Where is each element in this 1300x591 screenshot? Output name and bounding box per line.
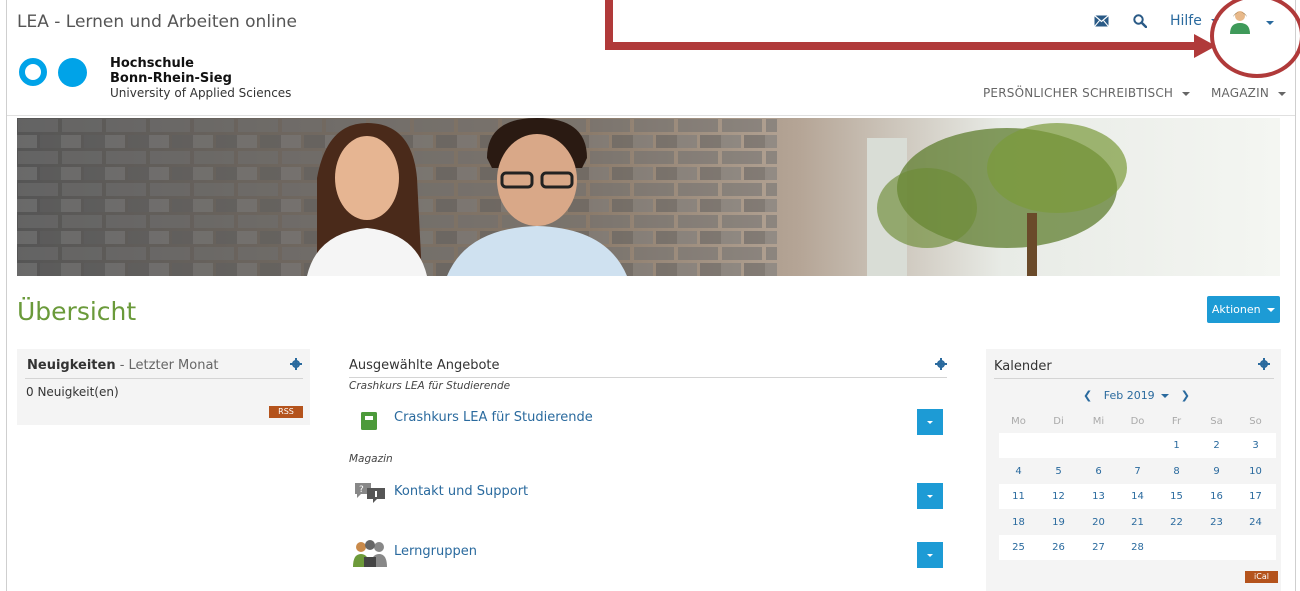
university-logo-text[interactable]: Hochschule Bonn-Rhein-Sieg University of…	[110, 56, 291, 101]
actions-button[interactable]: Aktionen	[1207, 296, 1280, 323]
calendar-weekday-row: Mo Di Mi Do Fr Sa So	[999, 409, 1276, 434]
calendar-day[interactable]: 20	[1079, 510, 1118, 535]
course-icon	[361, 412, 377, 430]
calendar-day[interactable]: 19	[1039, 510, 1078, 535]
help-label: Hilfe	[1170, 13, 1202, 29]
calendar-day[interactable]: 10	[1236, 459, 1275, 484]
calendar-week-row: 11 12 13 14 15 16 17	[999, 484, 1276, 509]
rss-button[interactable]: RSS	[269, 406, 303, 418]
featured-divider	[349, 377, 947, 378]
page-title: Übersicht	[17, 297, 137, 326]
featured-item-crashkurs[interactable]: Crashkurs LEA für Studierende	[394, 410, 593, 425]
annotation-arrow-shaft	[605, 42, 1195, 50]
calendar-day[interactable]: 17	[1236, 484, 1275, 509]
calendar-day[interactable]: 16	[1197, 484, 1236, 509]
calendar-day[interactable]: 13	[1079, 484, 1118, 509]
featured-item-support[interactable]: Kontakt und Support	[394, 484, 528, 499]
calendar-day[interactable]: 23	[1197, 510, 1236, 535]
weekday-label: Mo	[1011, 416, 1026, 427]
calendar-divider	[994, 378, 1274, 379]
logo-dot	[58, 58, 87, 87]
calendar-day[interactable]: 28	[1118, 535, 1157, 560]
item-actions-dropdown[interactable]	[917, 483, 943, 509]
calendar-week-row: 123	[999, 433, 1276, 458]
svg-text:?: ?	[359, 485, 364, 495]
calendar-day[interactable]: 14	[1118, 484, 1157, 509]
chevron-down-icon	[1278, 91, 1287, 96]
header-banner-image	[17, 118, 1280, 276]
calendar-day[interactable]: 3	[1236, 433, 1275, 458]
featured-title: Ausgewählte Angebote	[349, 358, 500, 373]
calendar-week-row: 25 26 27 28	[999, 535, 1276, 560]
brand-header: Hochschule Bonn-Rhein-Sieg University of…	[7, 46, 1295, 116]
group-icon	[353, 540, 387, 567]
calendar-day[interactable]: 15	[1157, 484, 1196, 509]
item-actions-dropdown[interactable]	[917, 542, 943, 568]
weekday-label: Sa	[1210, 416, 1223, 427]
nav-personal-desktop[interactable]: PERSÖNLICHER SCHREIBTISCH	[983, 86, 1191, 100]
calendar-day[interactable]: 25	[999, 535, 1038, 560]
calendar-day[interactable]: 18	[999, 510, 1038, 535]
weekday-label: Di	[1053, 416, 1064, 427]
chevron-down-icon	[1267, 308, 1276, 312]
logo-line-2: Bonn-Rhein-Sieg	[110, 71, 232, 86]
annotation-arrow-stem	[605, 0, 613, 42]
calendar-day[interactable]: 26	[1039, 535, 1078, 560]
calendar-day[interactable]: 8	[1157, 459, 1196, 484]
gear-icon[interactable]	[935, 358, 947, 370]
ical-button[interactable]: iCal	[1245, 571, 1278, 583]
annotation-highlight-circle	[1210, 0, 1300, 78]
news-panel-title: Neuigkeiten - Letzter Monat	[27, 358, 219, 373]
calendar-month-nav: ❮ Feb 2019 ❯	[1083, 389, 1190, 402]
logo-line-3: University of Applied Sciences	[110, 86, 292, 100]
calendar-day[interactable]: 24	[1236, 510, 1275, 535]
news-divider	[25, 378, 303, 379]
calendar-day[interactable]: 6	[1079, 459, 1118, 484]
chevron-down-icon[interactable]	[1161, 394, 1170, 398]
calendar-day[interactable]: 4	[999, 459, 1038, 484]
calendar-day[interactable]: 9	[1197, 459, 1236, 484]
calendar-day[interactable]: 27	[1079, 535, 1118, 560]
gear-icon[interactable]	[1258, 358, 1270, 370]
calendar-day[interactable]: 7	[1118, 459, 1157, 484]
news-count: 0 Neuigkeit(en)	[26, 385, 119, 399]
logo-line-1: Hochschule	[110, 56, 194, 71]
calendar-day[interactable]: 2	[1197, 433, 1236, 458]
calendar-week-row: 4 5 6 7 8 9 10	[999, 458, 1276, 484]
forum-icon: ?	[355, 483, 385, 503]
logo-ring	[19, 58, 47, 86]
calendar-day[interactable]: 22	[1157, 510, 1196, 535]
top-bar: LEA - Lernen und Arbeiten online Hilfe	[7, 0, 1295, 46]
calendar-title: Kalender	[994, 359, 1052, 374]
featured-item-lerngruppen[interactable]: Lerngruppen	[394, 544, 477, 559]
calendar-day[interactable]: 5	[1039, 459, 1078, 484]
calendar-day[interactable]: 21	[1118, 510, 1157, 535]
calendar-week-row: 18 19 20 21 22 23 24	[999, 509, 1276, 535]
weekday-label: Fr	[1171, 416, 1182, 427]
calendar-month-label[interactable]: Feb 2019	[1104, 389, 1155, 402]
nav-magazine[interactable]: MAGAZIN	[1211, 86, 1287, 100]
weekday-label: So	[1249, 416, 1262, 427]
nav-magazine-label: MAGAZIN	[1211, 86, 1269, 100]
nav-personal-desktop-label: PERSÖNLICHER SCHREIBTISCH	[983, 86, 1174, 100]
gear-icon[interactable]	[290, 358, 302, 370]
weekday-label: Do	[1130, 416, 1145, 427]
actions-label: Aktionen	[1211, 303, 1261, 316]
calendar-day[interactable]: 11	[999, 484, 1038, 509]
news-title: Neuigkeiten	[27, 358, 116, 373]
calendar-day[interactable]: 12	[1039, 484, 1078, 509]
chevron-left-icon[interactable]: ❮	[1083, 389, 1092, 402]
news-subtitle: - Letzter Monat	[119, 358, 219, 373]
featured-group-label: Crashkurs LEA für Studierende	[349, 380, 511, 392]
featured-group-label: Magazin	[349, 453, 393, 465]
calendar-day[interactable]: 1	[1157, 433, 1196, 458]
mail-icon[interactable]	[1094, 15, 1109, 27]
search-icon[interactable]	[1133, 14, 1147, 28]
weekday-label: Mi	[1092, 416, 1105, 427]
chevron-down-icon	[1182, 91, 1191, 96]
chevron-right-icon[interactable]: ❯	[1181, 389, 1190, 402]
app-title[interactable]: LEA - Lernen und Arbeiten online	[17, 12, 297, 32]
app-frame: LEA - Lernen und Arbeiten online Hilfe H…	[6, 0, 1300, 591]
item-actions-dropdown[interactable]	[917, 409, 943, 435]
